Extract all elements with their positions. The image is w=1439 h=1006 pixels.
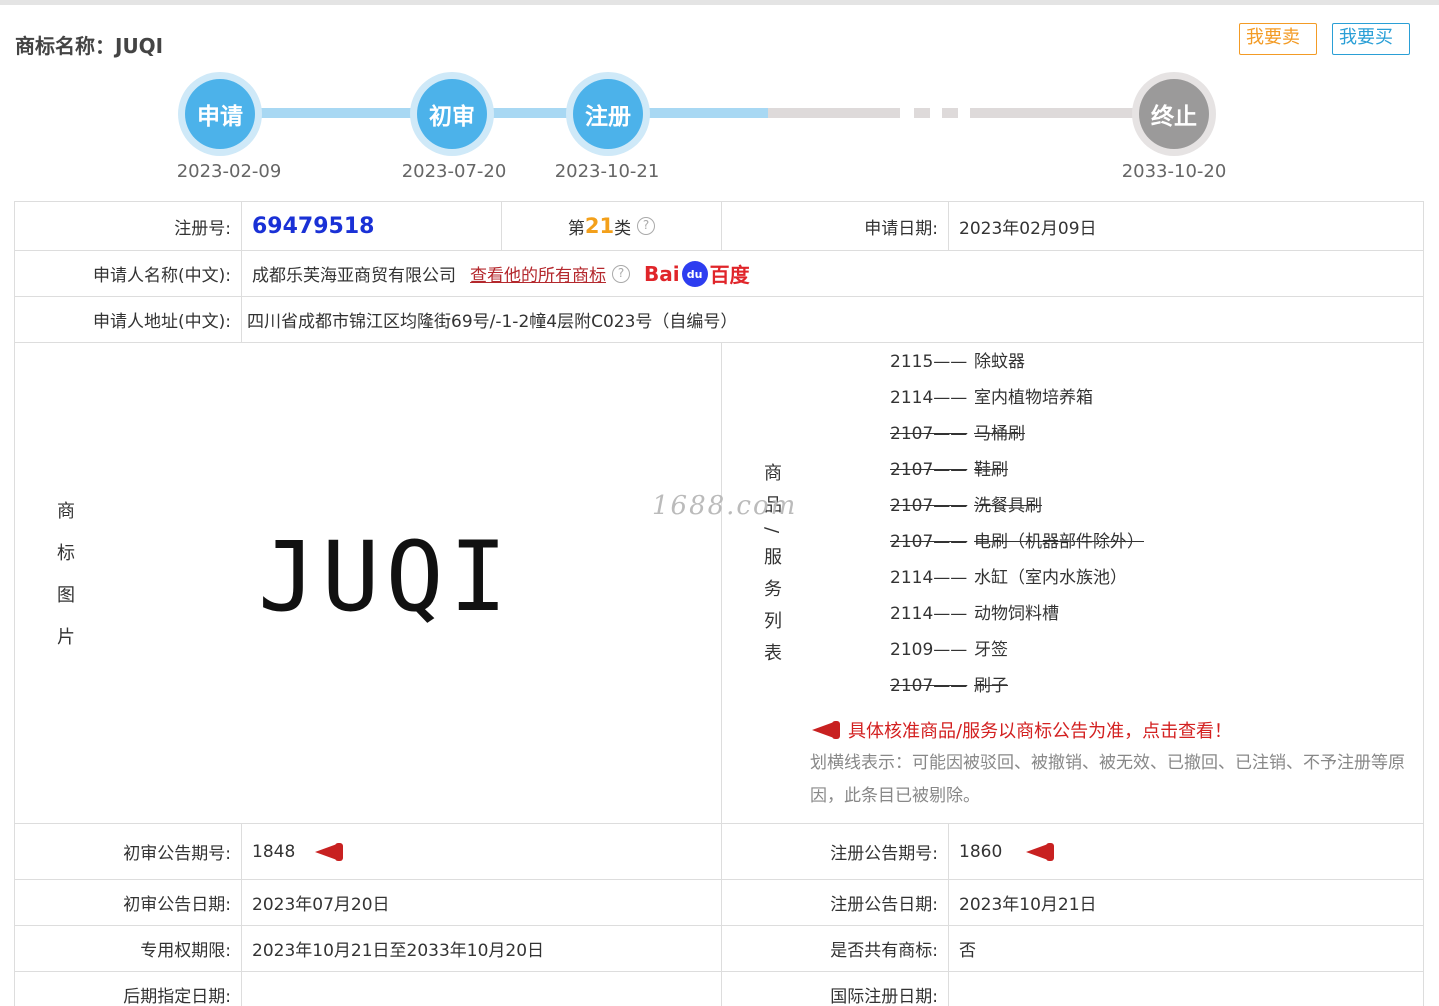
reg-ann-no-label: 注册公告期号: [722,824,949,879]
top-border [0,0,1439,5]
applicant-cell: 成都乐芙海亚商贸有限公司 查看他的所有商标 ? Bai du 百度 [242,251,1424,296]
table-row: 后期指定日期: 国际注册日期: [15,972,1424,1006]
timeline-date: 2023-07-20 [401,161,507,182]
list-item: 2107—— 刷子 [890,676,1008,696]
prelim-no-cell: 1848 [242,824,722,879]
reg-no-cell: 69479518 [242,202,502,250]
status-timeline: 申请 2023-02-09 初审 2023-07-20 注册 2023-10-2… [0,60,1439,190]
apply-date-label: 申请日期: [722,202,949,250]
timeline-date: 2023-02-09 [176,161,282,182]
baidu-search-logo[interactable]: Bai du 百度 [644,259,750,288]
timeline-node-apply: 申请 [178,72,262,156]
trademark-info-table: 注册号: 69479518 第 21 类? 申请日期: 2023年02月09日 申请… [14,201,1424,1006]
paw-icon: du [681,260,708,287]
page-title: 商标名称：JUQI [15,34,164,58]
class-number: 21 [584,214,615,238]
address-value: 四川省成都市锦江区均隆街69号/-1-2幢4层附C023号（自编号） [242,297,1424,342]
reg-no-value: 69479518 [252,213,375,239]
table-row: 商标图片 JUQI 商品/服务列表 2115—— 除蚊器 2114—— 室内植物培养… [15,343,1424,824]
table-row: 申请人名称(中文): 成都乐芙海亚商贸有限公司 查看他的所有商标 ? Bai du… [15,251,1424,297]
prelim-date-label: 初审公告日期: [15,880,242,925]
strikethrough-note: 划横线表示：可能因被驳回、被撤销、被无效、已撤回、已注销、不予注册等原因，此条目… [810,753,1405,806]
list-item: 2107—— 马桶刷 [890,424,1025,444]
prelim-date-value: 2023年07月20日 [242,880,722,925]
applicant-name: 成都乐芙海亚商贸有限公司 [252,266,456,286]
goods-list: 2115—— 除蚊器 2114—— 室内植物培养箱 2107—— 马桶刷 2107——… [722,343,1423,711]
apply-date-value: 2023年02月09日 [949,202,1424,250]
list-item: 2107—— 电刷（机器部件除外） [890,532,1144,552]
buy-button[interactable]: 我要买 [1332,23,1410,55]
timeline-node-prelim: 初审 [410,72,494,156]
megaphone-icon [810,719,842,741]
timeline-remaining-bar [768,108,900,118]
exclusive-label: 专用权期限: [15,926,242,971]
timeline-node-register: 注册 [566,72,650,156]
megaphone-icon[interactable] [313,841,345,863]
list-item: 2114—— 动物饲料槽 [890,604,1059,624]
timeline-date: 2033-10-20 [1121,161,1227,182]
goods-notice-link[interactable]: 具体核准商品/服务以商标公告为准，点击查看！ [722,717,1423,743]
table-row: 初审公告期号: 1848 注册公告期号: 1860 [15,824,1424,880]
reg-no-label: 注册号: [15,202,242,250]
class-prefix: 第 [567,218,585,239]
intl-date-label: 国际注册日期: [722,972,949,1006]
timeline-gap-dot [942,108,958,118]
class-suffix: 类 [614,218,632,239]
all-trademarks-link[interactable]: 查看他的所有商标 [470,261,606,286]
watermark: 1688.com [652,491,798,521]
list-item: 2107—— 洗餐具刷 [890,496,1042,516]
class-cell: 第 21 类? [502,202,722,250]
reg-ann-no-cell: 1860 [949,824,1424,879]
prelim-no-label: 初审公告期号: [15,824,242,879]
later-date-label: 后期指定日期: [15,972,242,1006]
later-date-value [242,972,722,1006]
trademark-image-cell: 商标图片 JUQI [15,343,722,823]
list-item: 2114—— 室内植物培养箱 [890,388,1093,408]
reg-ann-no-value: 1860 [959,841,1003,862]
list-item: 2114—— 水缸（室内水族池） [890,568,1127,588]
reg-ann-date-value: 2023年10月21日 [949,880,1424,925]
address-label: 申请人地址(中文): [15,297,242,342]
exclusive-value: 2023年10月21日至2033年10月20日 [242,926,722,971]
table-row: 专用权期限: 2023年10月21日至2033年10月20日 是否共有商标: 否 [15,926,1424,972]
image-label: 商标图片 [54,501,75,669]
help-icon[interactable]: ? [637,217,656,235]
shared-label: 是否共有商标: [722,926,949,971]
help-icon[interactable]: ? [612,264,630,283]
timeline-date: 2023-10-21 [554,161,660,182]
table-row: 申请人地址(中文): 四川省成都市锦江区均隆街69号/-1-2幢4层附C023号… [15,297,1424,343]
sell-button[interactable]: 我要卖 [1239,23,1317,55]
megaphone-icon[interactable] [1024,841,1056,863]
timeline-gap-dot [914,108,930,118]
applicant-label: 申请人名称(中文): [15,251,242,296]
list-item: 2109—— 牙签 [890,640,1008,660]
list-item: 2107—— 鞋刷 [890,460,1008,480]
list-item: 2115—— 除蚊器 [890,352,1025,372]
prelim-no-value: 1848 [252,841,296,862]
reg-ann-date-label: 注册公告日期: [722,880,949,925]
table-row: 初审公告日期: 2023年07月20日 注册公告日期: 2023年10月21日 [15,880,1424,926]
timeline-node-terminate: 终止 [1132,72,1216,156]
intl-date-value [949,972,1424,1006]
shared-value: 否 [949,926,1424,971]
timeline-progress-bar [220,108,768,118]
trademark-image: JUQI [258,521,514,633]
goods-cell: 商品/服务列表 2115—— 除蚊器 2114—— 室内植物培养箱 2107—— 马桶… [722,343,1424,823]
table-row: 注册号: 69479518 第 21 类? 申请日期: 2023年02月09日 [15,202,1424,251]
